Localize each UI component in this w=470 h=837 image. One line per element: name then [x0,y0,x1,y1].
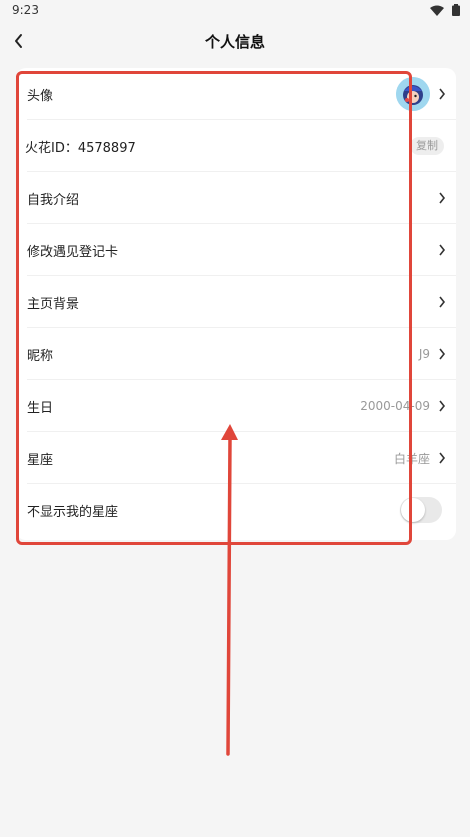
status-time: 9:23 [12,3,39,17]
status-icons [430,4,460,16]
nickname-value: J9 [418,347,430,361]
chevron-right-icon [439,452,446,464]
chevron-right-icon [439,192,446,204]
battery-icon [452,4,460,16]
wifi-icon [430,5,444,16]
header: 个人信息 [0,22,470,60]
status-bar: 9:23 [0,0,470,22]
chevron-right-icon [439,296,446,308]
chevron-right-icon [439,244,446,256]
copy-button[interactable]: 复制 [410,137,444,155]
chevron-right-icon [439,88,446,100]
chevron-right-icon [439,348,446,360]
page-title: 个人信息 [204,33,265,51]
annotation-highlight-box [16,71,412,545]
chevron-right-icon [439,400,446,412]
